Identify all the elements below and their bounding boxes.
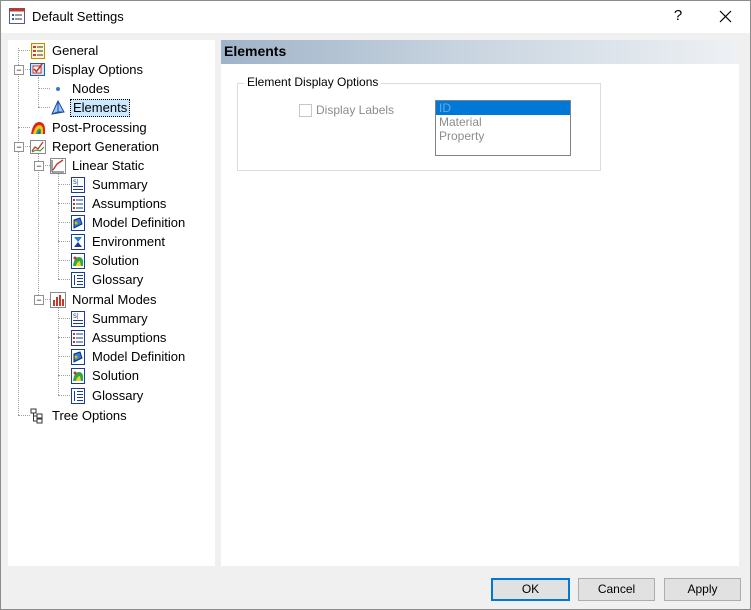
display-labels-label: Display Labels bbox=[316, 103, 395, 117]
summary-doc-icon: S| bbox=[71, 177, 85, 193]
tree-connector bbox=[58, 241, 70, 242]
tree-connector bbox=[18, 415, 30, 416]
title-bar: Default Settings ? bbox=[0, 0, 751, 33]
model-definition-icon bbox=[71, 215, 85, 231]
tree-item-label: Display Options bbox=[52, 62, 144, 77]
report-chart-icon bbox=[30, 140, 46, 154]
assumptions-list-icon bbox=[71, 330, 85, 346]
tree-connector bbox=[58, 222, 70, 223]
tree-connector bbox=[18, 127, 30, 128]
contour-icon bbox=[31, 122, 45, 134]
environment-icon bbox=[71, 234, 85, 250]
tree-item-label: Solution bbox=[92, 368, 139, 383]
tree-connector bbox=[38, 88, 50, 89]
list-item[interactable]: ID bbox=[436, 101, 570, 115]
tree-item-label: General bbox=[52, 43, 99, 58]
tree-connector bbox=[18, 48, 19, 415]
checklist-icon bbox=[31, 43, 45, 59]
tree-connector bbox=[58, 318, 70, 319]
element-tetra-icon bbox=[51, 100, 65, 115]
group-title: Element Display Options bbox=[244, 75, 382, 89]
tree-item-label: Model Definition bbox=[92, 215, 186, 230]
settings-tree[interactable]: − − − − General Display Options Nodes Eleme… bbox=[8, 40, 215, 566]
svg-text:S|: S| bbox=[73, 179, 79, 186]
solution-icon bbox=[71, 253, 85, 269]
tree-item-label: Normal Modes bbox=[72, 292, 157, 307]
tree-item-label: Summary bbox=[92, 311, 148, 326]
tree-connector bbox=[38, 154, 39, 299]
tree-item-label: Elements bbox=[70, 99, 131, 117]
tree-item-label: Tree Options bbox=[52, 408, 127, 423]
list-item[interactable]: Property bbox=[436, 129, 570, 143]
tree-item-label: Assumptions bbox=[92, 330, 167, 345]
tree-item-label: Solution bbox=[92, 253, 139, 268]
model-definition-icon bbox=[71, 349, 85, 365]
tree-connector bbox=[58, 184, 70, 185]
label-type-listbox[interactable]: ID Material Property bbox=[435, 100, 571, 156]
apply-button[interactable]: Apply bbox=[664, 578, 741, 601]
tree-item-label: Model Definition bbox=[92, 349, 186, 364]
tree-item-label: Glossary bbox=[92, 272, 144, 287]
bar-chart-icon bbox=[50, 292, 66, 308]
tree-item-label: Glossary bbox=[92, 388, 144, 403]
tree-connector bbox=[58, 307, 59, 395]
tree-item-label: Assumptions bbox=[92, 196, 167, 211]
tree-item-label: Environment bbox=[92, 234, 165, 249]
collapse-toggle-report-generation[interactable]: − bbox=[14, 142, 24, 152]
tree-item-label: Nodes bbox=[72, 81, 110, 96]
tree-item-label: Post-Processing bbox=[52, 120, 147, 135]
help-button[interactable]: ? bbox=[666, 4, 690, 28]
tree-connector bbox=[58, 173, 59, 279]
tree-item-label: Report Generation bbox=[52, 139, 159, 154]
assumptions-list-icon bbox=[71, 196, 85, 212]
tree-connector bbox=[38, 107, 50, 108]
solution-icon bbox=[71, 368, 85, 384]
cancel-button[interactable]: Cancel bbox=[578, 578, 655, 601]
node-dot-icon bbox=[56, 87, 60, 91]
tree-connector bbox=[58, 356, 70, 357]
settings-page: Elements Element Display Options Display… bbox=[221, 40, 739, 566]
tree-connector bbox=[38, 77, 39, 107]
svg-text:S|: S| bbox=[73, 313, 79, 320]
collapse-toggle-display-options[interactable]: − bbox=[14, 65, 24, 75]
settings-list-icon bbox=[9, 8, 25, 24]
tree-connector bbox=[58, 260, 70, 261]
tree-connector bbox=[58, 337, 70, 338]
close-icon bbox=[719, 10, 732, 23]
summary-doc-icon: S| bbox=[71, 311, 85, 327]
element-display-options-group: Element Display Options Display Labels I… bbox=[237, 75, 601, 171]
ok-button[interactable]: OK bbox=[491, 578, 570, 601]
tree-connector bbox=[58, 375, 70, 376]
checkbox-box[interactable] bbox=[299, 104, 312, 117]
window-title: Default Settings bbox=[32, 9, 124, 24]
tree-connector bbox=[58, 203, 70, 204]
glossary-icon bbox=[71, 388, 85, 404]
tree-connector bbox=[58, 279, 70, 280]
collapse-toggle-normal-modes[interactable]: − bbox=[34, 295, 44, 305]
line-chart-icon bbox=[50, 158, 66, 174]
tree-item-label: Linear Static bbox=[72, 158, 145, 173]
tree-connector bbox=[58, 395, 70, 396]
close-button[interactable] bbox=[710, 4, 740, 28]
page-header: Elements bbox=[221, 40, 739, 64]
display-checkbox-icon bbox=[30, 63, 45, 76]
list-item[interactable]: Material bbox=[436, 115, 570, 129]
tree-item-label: Summary bbox=[92, 177, 148, 192]
tree-connector bbox=[18, 50, 30, 51]
glossary-icon bbox=[71, 272, 85, 288]
page-title: Elements bbox=[224, 43, 287, 59]
tree-structure-icon bbox=[30, 408, 43, 424]
collapse-toggle-linear-static[interactable]: − bbox=[34, 161, 44, 171]
